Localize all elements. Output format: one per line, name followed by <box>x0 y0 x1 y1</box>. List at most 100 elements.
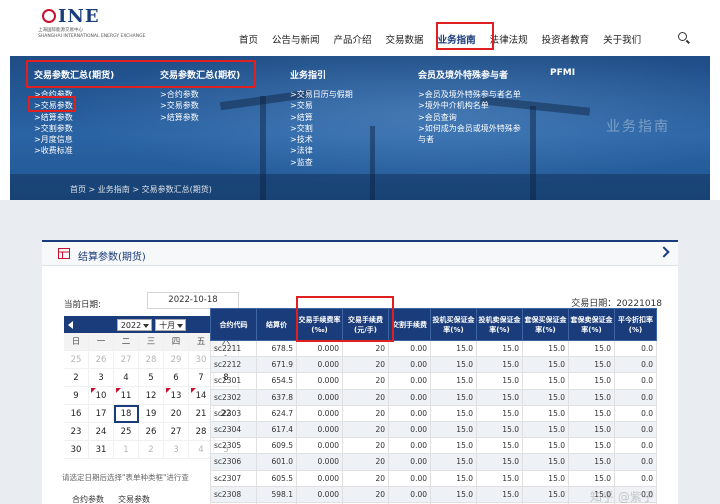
calendar-day[interactable]: 2 <box>64 369 89 387</box>
chevron-right-icon[interactable] <box>658 246 670 258</box>
table-cell: 0.0 <box>614 388 657 406</box>
option-contract-params[interactable]: 合约参数 <box>72 494 104 504</box>
menu-link-broker-list[interactable]: >境外中介机构名单 <box>418 100 528 111</box>
option-trade-params[interactable]: 交易参数 <box>118 494 150 504</box>
menu-link-settlement-params[interactable]: >结算参数 <box>34 112 114 123</box>
search-icon[interactable] <box>678 32 687 41</box>
menu-link-inspection[interactable]: >监查 <box>290 157 353 168</box>
futures-options-title-highlight <box>26 60 256 88</box>
menu-link-opt-settlement[interactable]: >结算参数 <box>160 112 240 123</box>
calendar-day[interactable]: 1 <box>114 441 139 459</box>
table-cell: 624.7 <box>256 404 297 422</box>
col-header: 投机买保证金率(%) <box>430 308 477 341</box>
table-cell: 0.000 <box>296 372 343 390</box>
calendar-day[interactable]: 6 <box>164 369 189 387</box>
table-cell: 15.0 <box>568 469 615 487</box>
calendar-day[interactable]: 25 <box>64 351 89 369</box>
calendar-day[interactable]: 13 <box>164 387 189 405</box>
weekday-header: 四 <box>164 333 189 351</box>
calendar-day[interactable]: 26 <box>89 351 114 369</box>
table-cell: 0.000 <box>296 356 343 374</box>
nav-home[interactable]: 首页 <box>232 28 265 50</box>
nav-guide-highlight <box>436 22 494 50</box>
nav-investor-education[interactable]: 投资者教育 <box>535 28 597 50</box>
menu-link-opt-trade[interactable]: >交易参数 <box>160 100 240 111</box>
calendar-day[interactable]: 29 <box>164 351 189 369</box>
calendar-day[interactable]: 27 <box>114 351 139 369</box>
prev-month-icon[interactable] <box>68 320 73 329</box>
table-cell: 15.0 <box>476 453 523 471</box>
logo-subtitle: 上海国际能源交易中心 SHANGHAI INTERNATIONAL ENERGY… <box>38 28 145 40</box>
table-cell: 0.000 <box>296 420 343 439</box>
table-cell: 15.0 <box>430 453 477 471</box>
calendar-day[interactable]: 10 <box>89 387 114 405</box>
menu-link-tech[interactable]: >技术 <box>290 134 353 145</box>
table-cell: 15.0 <box>430 437 477 455</box>
query-date-input[interactable]: 2022-10-18 <box>147 292 239 309</box>
menu-link-delivery[interactable]: >交割 <box>290 123 353 134</box>
calendar-day[interactable]: 26 <box>139 423 164 441</box>
menu-link-label: 法律 <box>296 146 313 156</box>
menu-link-fees[interactable]: >收费标准 <box>34 145 114 156</box>
table-cell: 0.000 <box>296 469 343 487</box>
table-cell: 15.0 <box>568 437 615 455</box>
calendar-day[interactable]: 5 <box>139 369 164 387</box>
table-cell: 678.5 <box>256 339 297 358</box>
menu-link-delivery-params[interactable]: >交割参数 <box>34 123 114 134</box>
calendar-day[interactable]: 20 <box>164 405 189 423</box>
calendar-day[interactable]: 3 <box>89 369 114 387</box>
menu-link-label: 收费标准 <box>40 146 73 156</box>
calendar-day[interactable]: 23 <box>64 423 89 441</box>
calendar-day[interactable]: 17 <box>89 405 114 423</box>
table-cell: 15.0 <box>568 339 615 358</box>
menu-col-pfmi: PFMI <box>550 68 575 86</box>
calendar-day[interactable]: 16 <box>64 405 89 423</box>
menu-title-pfmi[interactable]: PFMI <box>550 68 575 78</box>
menu-link-label: 月度信息 <box>40 135 73 145</box>
calendar-day[interactable]: 18 <box>114 405 139 423</box>
menu-link-opt-contract[interactable]: >合约参数 <box>160 89 240 100</box>
table-cell: 15.0 <box>476 356 523 374</box>
month-select[interactable]: 十月 <box>155 318 187 331</box>
calendar-day[interactable]: 4 <box>114 369 139 387</box>
calendar-day[interactable]: 31 <box>89 441 114 459</box>
menu-link-member-list[interactable]: >会员及境外特殊参与者名单 <box>418 89 528 100</box>
calendar-day[interactable]: 3 <box>164 441 189 459</box>
calendar-day[interactable]: 19 <box>139 405 164 423</box>
table-cell: 601.0 <box>256 453 297 471</box>
menu-link-member-query[interactable]: >会员查询 <box>418 112 528 123</box>
menu-link-label: 会员查询 <box>424 112 457 122</box>
calendar-day[interactable]: 28 <box>139 351 164 369</box>
nav-news[interactable]: 公告与新闻 <box>265 28 327 50</box>
menu-link-label: 结算参数 <box>40 112 73 122</box>
table-cell: 0.0 <box>614 404 657 422</box>
menu-link-become-member[interactable]: >如何成为会员或境外特殊参与者 <box>418 123 528 146</box>
menu-link-law[interactable]: >法律 <box>290 145 353 156</box>
calendar-day[interactable]: 27 <box>164 423 189 441</box>
nav-about[interactable]: 关于我们 <box>596 28 648 50</box>
nav-products[interactable]: 产品介绍 <box>327 28 379 50</box>
menu-link-trading[interactable]: >交易 <box>290 100 353 111</box>
menu-title-members[interactable]: 会员及境外特殊参与者 <box>418 68 528 81</box>
table-cell: 0.000 <box>296 485 343 503</box>
menu-title-guide[interactable]: 业务指引 <box>290 68 353 81</box>
table-cell: 15.0 <box>522 420 569 439</box>
menu-link-calendar[interactable]: >交易日历与假期 <box>290 89 353 100</box>
table-cell: 15.0 <box>476 420 523 439</box>
table-row: sc2303 624.7 0.000 20 0.00 15.0 15.0 15.0 15.0 0.… <box>210 404 657 422</box>
menu-link-monthly-info[interactable]: >月度信息 <box>34 134 114 145</box>
calendar-day[interactable]: 30 <box>64 441 89 459</box>
calendar-day[interactable]: 11 <box>114 387 139 405</box>
table-cell: 15.0 <box>476 388 523 406</box>
year-select[interactable]: 2022 <box>116 318 153 331</box>
calendar-day[interactable]: 12 <box>139 387 164 405</box>
nav-data[interactable]: 交易数据 <box>379 28 431 50</box>
calendar-day[interactable]: 2 <box>139 441 164 459</box>
ine-logo[interactable]: INE 上海国际能源交易中心 SHANGHAI INTERNATIONAL EN… <box>38 6 145 46</box>
calendar-day[interactable]: 9 <box>64 387 89 405</box>
panel-title: 结算参数(期货) <box>78 252 146 263</box>
calendar-day[interactable]: 24 <box>89 423 114 441</box>
calendar-day[interactable]: 25 <box>114 423 139 441</box>
table-cell: 20 <box>342 356 389 374</box>
menu-link-settlement[interactable]: >结算 <box>290 112 353 123</box>
